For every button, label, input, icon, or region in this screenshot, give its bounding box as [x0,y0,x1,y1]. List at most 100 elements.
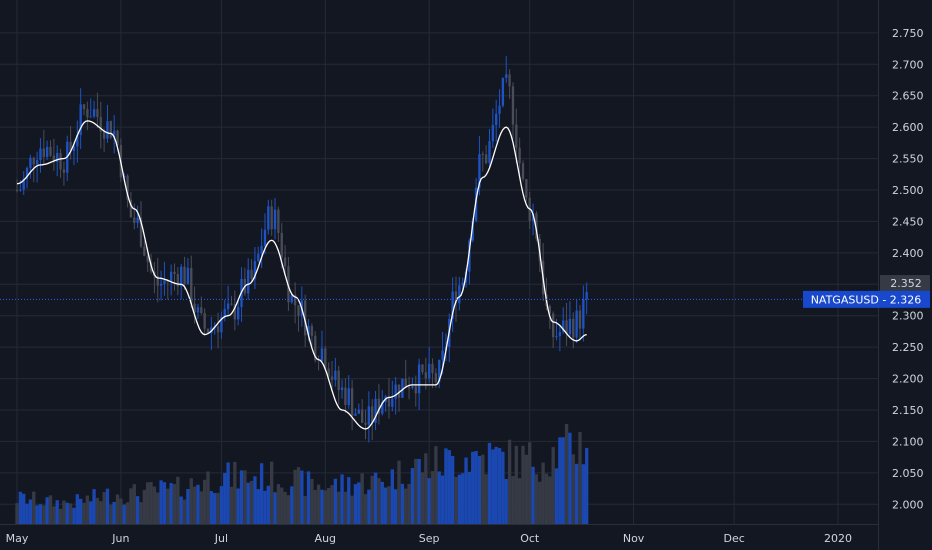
candle-body [481,154,484,156]
candle-body [401,378,404,398]
volume-bar [202,479,207,524]
volume-bar [189,478,193,524]
volume-bar [216,492,220,524]
volume-bar [236,488,240,524]
candle-body [431,363,434,374]
volume-bar [414,458,418,524]
time-tick-label: Jun [111,532,129,545]
price-tick-label: 2.450 [892,215,924,228]
volume-bar [219,486,224,524]
volume-bar [75,494,79,524]
volume-bar [290,486,294,524]
volume-bar [139,502,143,524]
volume-bar [370,475,374,524]
volume-bar [558,437,562,524]
volume-bar [333,478,338,524]
candle-body [277,209,280,233]
volume-bar [92,489,96,524]
candle-body [283,257,287,267]
time-tick-label: 2020 [824,532,852,545]
candle-body [424,372,427,379]
volume-bar [367,489,371,524]
volume-bar [72,507,76,524]
candle-body [257,253,260,262]
volume-bar [564,424,569,524]
volume-bar [142,489,147,524]
candle-body [109,121,113,138]
candle-body [290,295,293,303]
volume-bar [179,496,183,524]
candle-body [501,77,505,106]
price-tick-label: 2.550 [892,153,924,166]
candle-body [247,269,250,294]
candle-body [32,157,35,165]
volume-bar [571,454,575,524]
candle-body [324,348,327,369]
volume-bar [531,466,535,524]
volume-bar [306,471,311,524]
volume-bar [112,501,116,524]
volume-bar [521,445,525,524]
volume-bar [497,448,502,524]
volume-bar [484,474,488,524]
time-tick-label: Dec [723,532,744,545]
highlight-price-label: 2.352 [880,275,930,292]
volume-bar [581,464,585,524]
volume-bar [22,493,26,524]
volume-bar [243,470,247,524]
volume-bar [99,501,103,524]
time-tick-label: Aug [315,532,336,545]
volume-bar [407,483,411,524]
volume-bar [152,486,157,524]
candle-body [169,271,173,282]
candle-body [337,370,340,391]
volume-bar [276,484,281,524]
volume-bar [192,486,197,524]
volume-bar [196,484,200,524]
volume-bar [323,490,327,524]
candle-body [521,163,525,180]
volume-bar [135,496,140,524]
candle-body [357,409,360,414]
candle-body [89,116,92,118]
volume-bar [514,445,518,524]
price-tick-label: 2.050 [892,467,924,480]
candle-body [86,109,89,118]
volume-bar [538,481,542,524]
candle-body [297,305,300,316]
volume-bar [343,491,348,524]
price-chart[interactable]: 2.750 2.700 2.650 2.600 2.550 2.500 2.450 2.400… [0,0,932,550]
volume-bar [249,480,254,524]
candle-body [236,307,240,320]
volume-bar [199,491,203,524]
time-tick-label: Nov [623,532,645,545]
time-axis-divider [0,524,878,525]
volume-bar [270,461,274,524]
candle-body [347,388,350,406]
candle-body [15,190,19,191]
candle-body [29,157,32,168]
candle-body [59,152,62,170]
volume-bar [461,473,465,524]
volume-bar [132,484,136,524]
volume-bar [424,453,428,524]
candle-body [136,217,139,223]
volume-bar [35,505,39,524]
volume-bar [400,483,405,524]
volume-bar [280,487,284,524]
price-tick-label: 2.100 [892,435,924,448]
candle-body [551,313,555,338]
candle-body [270,206,273,230]
volume-bar [474,451,478,524]
volume-bar [115,494,120,524]
volume-bar [42,505,46,524]
volume-bar [303,495,307,524]
volume-bar [467,471,472,524]
volume-bar [122,504,126,524]
volume-bar [511,476,515,524]
volume-bar [129,488,133,524]
volume-bar [246,482,250,524]
volume-bar [404,488,408,524]
price-tick-label: 2.150 [892,404,924,417]
volume-bar [457,474,462,524]
